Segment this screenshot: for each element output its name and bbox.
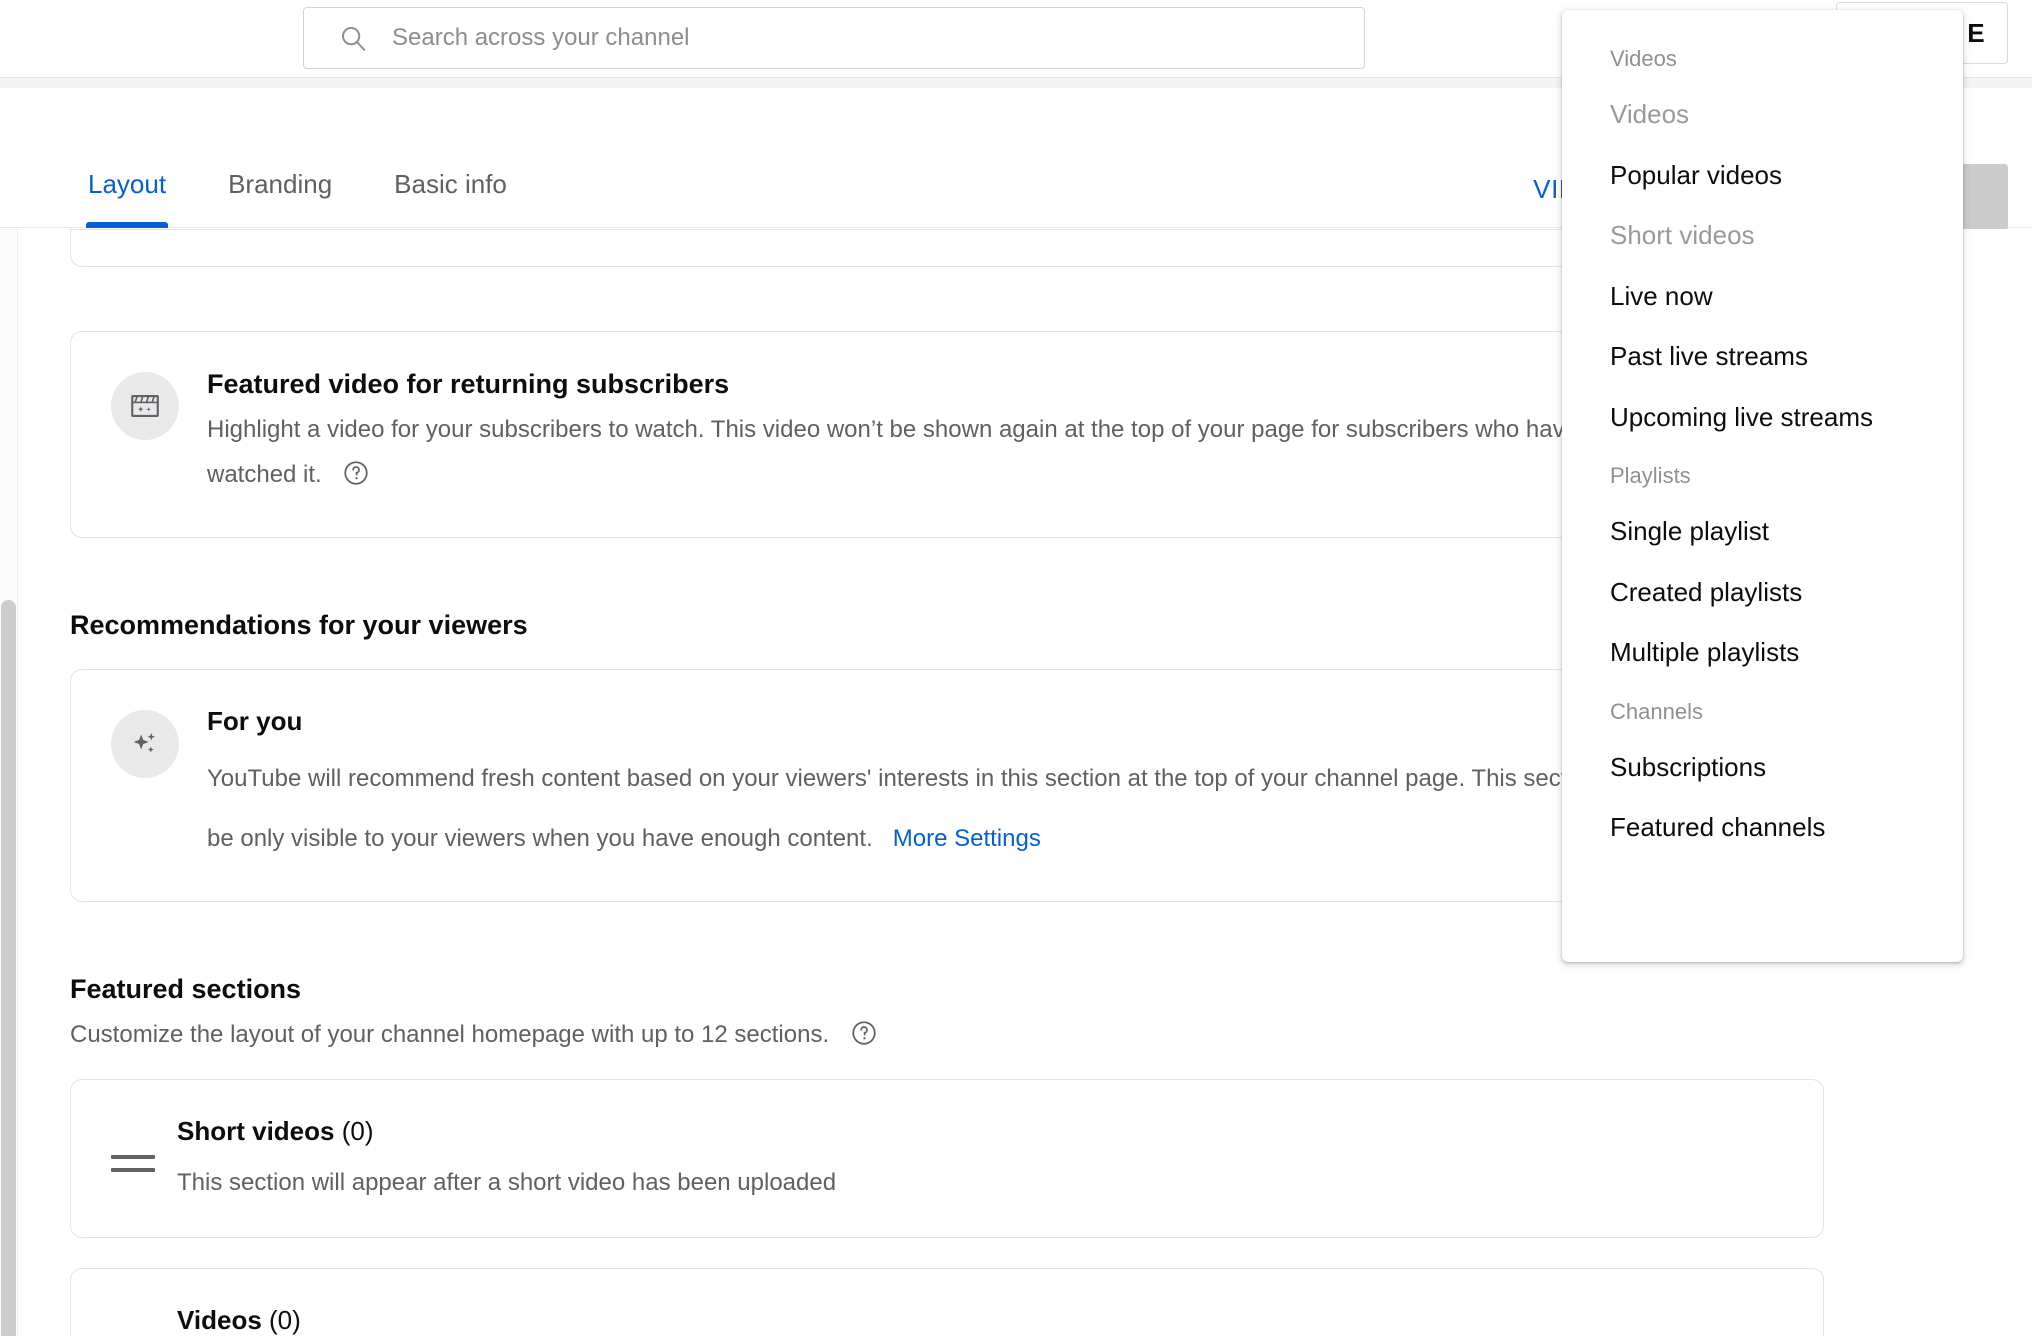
previous-section-card-clipped xyxy=(70,229,1824,267)
tab-list: Layout Branding Basic info xyxy=(85,88,569,228)
dropdown-item-subscriptions[interactable]: Subscriptions xyxy=(1562,737,1963,798)
featured-video-card-body: Featured video for returning subscribers… xyxy=(207,368,1783,493)
featured-sections-subtitle: Customize the layout of your channel hom… xyxy=(70,1019,2032,1049)
dropdown-item-upcoming-live-streams[interactable]: Upcoming live streams xyxy=(1562,387,1963,448)
tab-basic-info-label: Basic info xyxy=(394,169,507,199)
drag-handle-bar-1 xyxy=(111,1155,155,1160)
dropdown-group-label-channels: Channels xyxy=(1610,698,1703,724)
for-you-card-body: For you YouTube will recommend fresh con… xyxy=(207,706,1783,857)
tab-branding-label: Branding xyxy=(228,169,333,199)
section-row-short-videos[interactable]: Short videos (0) This section will appea… xyxy=(70,1078,1824,1238)
search-box[interactable] xyxy=(303,7,1365,69)
featured-sections-heading: Featured sections xyxy=(70,973,302,1004)
tab-basic-info[interactable]: Basic info xyxy=(394,169,507,228)
search-input[interactable] xyxy=(392,24,1272,52)
for-you-title: For you xyxy=(207,705,303,736)
dropdown-item-single-playlist[interactable]: Single playlist xyxy=(1562,501,1963,562)
featured-video-description: Highlight a video for your subscribers t… xyxy=(207,415,1664,443)
featured-sections-subtitle-text: Customize the layout of your channel hom… xyxy=(70,1020,830,1048)
dropdown-item-live-now[interactable]: Live now xyxy=(1562,266,1963,327)
youtube-studio-customization-page: E Layout Branding Basic info VIEW BLISH xyxy=(0,0,2032,1336)
dropdown-item-popular-videos[interactable]: Popular videos xyxy=(1562,145,1963,206)
sparkle-icon xyxy=(111,709,179,778)
add-section-dropdown-menu[interactable]: Videos Videos Popular videos Short video… xyxy=(1562,10,1963,962)
more-settings-link[interactable]: More Settings xyxy=(893,825,1041,852)
for-you-description-line2: be only visible to your viewers when you… xyxy=(207,821,1783,857)
create-button-label: E xyxy=(1967,17,1985,48)
search-icon xyxy=(338,23,368,53)
short-videos-section-body: Short videos (0) This section will appea… xyxy=(177,1116,1783,1197)
drag-handle-bar-2 xyxy=(111,1168,155,1173)
tab-layout[interactable]: Layout xyxy=(85,169,169,228)
help-circle-icon[interactable] xyxy=(342,459,370,487)
dropdown-item-short-videos: Short videos xyxy=(1610,220,1755,250)
dropdown-item-multiple-playlists[interactable]: Multiple playlists xyxy=(1562,622,1963,683)
vertical-scrollbar[interactable] xyxy=(0,229,18,1336)
drag-handle-icon[interactable] xyxy=(111,1142,155,1186)
short-videos-section-title: Short videos (0) xyxy=(177,1116,1783,1147)
featured-video-returning-subscribers-card[interactable]: Featured video for returning subscribers… xyxy=(70,331,1824,538)
clapperboard-sparkle-icon xyxy=(111,372,179,440)
dropdown-item-videos: Videos xyxy=(1610,99,1690,129)
short-videos-section-count: (0) xyxy=(341,1115,374,1146)
featured-video-title: Featured video for returning subscribers xyxy=(207,369,730,399)
dropdown-item-created-playlists[interactable]: Created playlists xyxy=(1562,562,1963,623)
drag-handle-icon[interactable] xyxy=(111,1331,155,1336)
section-row-videos[interactable]: Videos (0) This section will appear when… xyxy=(70,1267,1824,1336)
videos-section-body: Videos (0) This section will appear when… xyxy=(177,1305,1783,1336)
dropdown-item-featured-channels[interactable]: Featured channels xyxy=(1562,797,1963,858)
featured-video-description-line2: watched it. xyxy=(207,457,1783,493)
dropdown-group-label-videos: Videos xyxy=(1610,46,1677,71)
for-you-description-line1: YouTube will recommend fresh content bas… xyxy=(207,764,1640,792)
for-you-description-line2-text: be only visible to your viewers when you… xyxy=(207,824,873,852)
for-you-card[interactable]: For you YouTube will recommend fresh con… xyxy=(70,668,1824,902)
dropdown-item-past-live-streams[interactable]: Past live streams xyxy=(1562,326,1963,387)
help-circle-icon[interactable] xyxy=(850,1019,878,1047)
videos-section-name: Videos xyxy=(177,1304,262,1335)
tab-branding[interactable]: Branding xyxy=(228,169,332,228)
vertical-scrollbar-thumb[interactable] xyxy=(1,600,16,1336)
videos-section-count: (0) xyxy=(269,1304,301,1335)
featured-video-description-line2-text: watched it. xyxy=(207,461,322,489)
short-videos-section-name: Short videos xyxy=(177,1115,335,1146)
dropdown-group-label-playlists: Playlists xyxy=(1610,463,1691,488)
videos-section-title: Videos (0) xyxy=(177,1305,1783,1336)
tab-layout-label: Layout xyxy=(88,169,167,199)
short-videos-section-description: This section will appear after a short v… xyxy=(177,1168,837,1196)
